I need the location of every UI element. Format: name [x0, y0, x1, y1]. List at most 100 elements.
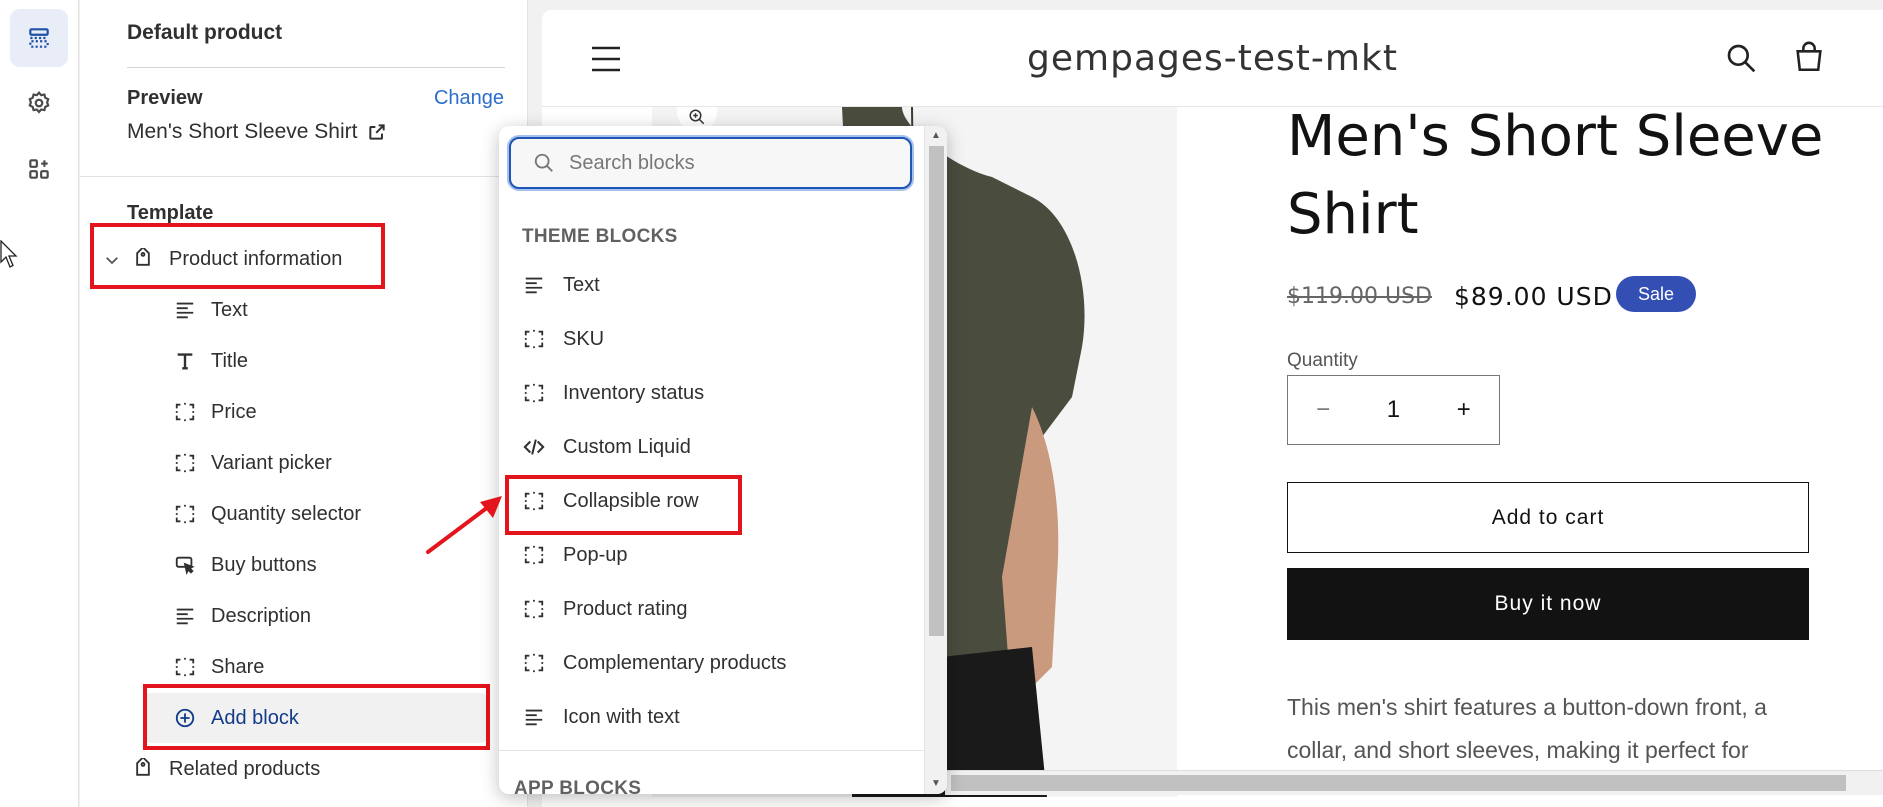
- zoom-icon: [689, 109, 705, 125]
- theme-blocks-heading: THEME BLOCKS: [522, 226, 678, 247]
- divider: [127, 67, 505, 68]
- quantity-plus-button[interactable]: +: [1434, 396, 1494, 424]
- pop-item-label: Pop-up: [563, 543, 628, 566]
- mouse-cursor-icon: [0, 240, 18, 268]
- dashed-square-icon: [522, 327, 546, 351]
- search-icon: [534, 153, 553, 172]
- block-label: Description: [211, 604, 312, 627]
- pop-item-label: Inventory status: [563, 381, 705, 404]
- pop-item-inventory-status[interactable]: Inventory status: [522, 371, 704, 415]
- block-label: Quantity selector: [211, 502, 362, 525]
- dashed-square-icon: [173, 502, 197, 526]
- rail-apps-button[interactable]: [10, 140, 68, 198]
- block-label: Text: [211, 298, 248, 321]
- block-item-text[interactable]: Text: [173, 290, 248, 330]
- cursor-click-icon: [173, 553, 197, 577]
- block-label: Share: [211, 655, 265, 678]
- block-item-share[interactable]: Share: [173, 647, 264, 687]
- add-to-cart-button[interactable]: Add to cart: [1287, 482, 1809, 553]
- section-related-products[interactable]: Related products: [131, 749, 320, 789]
- search-blocks-input[interactable]: [569, 151, 889, 175]
- cart-icon[interactable]: [1792, 40, 1826, 74]
- text-lines-icon: [522, 273, 546, 297]
- block-item-price[interactable]: Price: [173, 392, 257, 432]
- left-rail: [0, 0, 79, 807]
- pop-item-pop-up[interactable]: Pop-up: [522, 533, 628, 577]
- shop-name[interactable]: gempages-test-mkt: [542, 38, 1883, 79]
- template-label: Template: [127, 202, 214, 224]
- pop-item-label: Product rating: [563, 597, 688, 620]
- divider: [499, 750, 924, 751]
- dashed-square-icon: [522, 597, 546, 621]
- dashed-square-icon: [522, 543, 546, 567]
- block-item-buy-buttons[interactable]: Buy buttons: [173, 545, 317, 585]
- dashed-square-icon: [173, 400, 197, 424]
- preview-label: Preview: [127, 87, 203, 109]
- pop-item-label: SKU: [563, 327, 605, 350]
- pop-item-custom-liquid[interactable]: Custom Liquid: [522, 425, 691, 469]
- highlight-product-information: [90, 223, 385, 289]
- text-lines-icon: [173, 298, 197, 322]
- search-icon[interactable]: [1725, 42, 1757, 74]
- block-label: Price: [211, 400, 257, 423]
- gear-icon: [28, 91, 50, 114]
- block-item-quantity-selector[interactable]: Quantity selector: [173, 494, 361, 534]
- scroll-down-arrow-icon[interactable]: ▼: [931, 778, 941, 789]
- rail-sections-button[interactable]: [10, 9, 68, 67]
- quantity-stepper: − 1 +: [1287, 375, 1500, 445]
- search-field[interactable]: [509, 137, 912, 189]
- theme-editor: Default product Preview Change Men's Sho…: [0, 0, 1883, 807]
- block-label: Buy buttons: [211, 553, 317, 576]
- compare-at-price: $119.00 USD: [1287, 284, 1432, 309]
- block-item-variant-picker[interactable]: Variant picker: [173, 443, 332, 483]
- pop-item-label: Icon with text: [563, 705, 680, 728]
- rail-settings-button[interactable]: [10, 74, 68, 132]
- change-link[interactable]: Change: [434, 87, 504, 110]
- quantity-input[interactable]: 1: [1363, 396, 1423, 424]
- pop-item-product-rating[interactable]: Product rating: [522, 587, 688, 631]
- pop-item-complementary-products[interactable]: Complementary products: [522, 641, 786, 685]
- preview-product-link[interactable]: Men's Short Sleeve Shirt: [127, 120, 387, 144]
- title-t-icon: [173, 349, 197, 373]
- divider: [80, 176, 528, 177]
- external-link-icon: [369, 124, 386, 140]
- dashed-square-icon: [173, 655, 197, 679]
- section-label: Related products: [169, 757, 321, 780]
- sections-icon: [29, 28, 49, 48]
- dashed-square-icon: [522, 381, 546, 405]
- apps-add-icon: [29, 159, 49, 179]
- block-picker-popover: THEME BLOCKS Text SKU Inventory status C…: [499, 126, 947, 794]
- product-description: This men's shirt features a button-down …: [1287, 694, 1767, 763]
- scrollbar-thumb[interactable]: [929, 146, 944, 636]
- quantity-label: Quantity: [1287, 350, 1358, 371]
- sale-badge: Sale: [1616, 276, 1696, 312]
- annotation-arrow-icon: [426, 496, 502, 554]
- highlight-add-block: [143, 684, 490, 750]
- block-item-description[interactable]: Description: [173, 596, 311, 636]
- code-icon: [522, 435, 546, 459]
- dashed-square-icon: [522, 651, 546, 675]
- sidebar-title: Default product: [127, 21, 283, 44]
- pop-item-icon-with-text[interactable]: Icon with text: [522, 695, 680, 739]
- block-label: Title: [211, 349, 249, 372]
- dashed-square-icon: [173, 451, 197, 475]
- block-label: Variant picker: [211, 451, 332, 474]
- text-lines-icon: [522, 705, 546, 729]
- horizontal-scrollbar[interactable]: [945, 770, 1883, 795]
- product-title: Men's Short Sleeve Shirt: [1287, 104, 1824, 247]
- scroll-up-arrow-icon[interactable]: ▲: [931, 130, 941, 141]
- highlight-collapsible-row: [505, 475, 742, 535]
- sale-price: $89.00 USD: [1454, 282, 1613, 311]
- pop-item-label: Text: [563, 273, 600, 296]
- text-lines-icon: [173, 604, 197, 628]
- scrollbar-thumb[interactable]: [951, 775, 1846, 791]
- pop-item-text[interactable]: Text: [522, 263, 600, 307]
- pop-item-sku[interactable]: SKU: [522, 317, 604, 361]
- store-header: gempages-test-mkt: [542, 10, 1883, 107]
- quantity-minus-button[interactable]: −: [1293, 396, 1353, 424]
- vertical-scrollbar[interactable]: ▲ ▼: [924, 126, 947, 794]
- pop-item-label: Complementary products: [563, 651, 787, 674]
- block-item-title[interactable]: Title: [173, 341, 248, 381]
- tag-icon: [131, 757, 155, 781]
- buy-now-button[interactable]: Buy it now: [1287, 568, 1809, 640]
